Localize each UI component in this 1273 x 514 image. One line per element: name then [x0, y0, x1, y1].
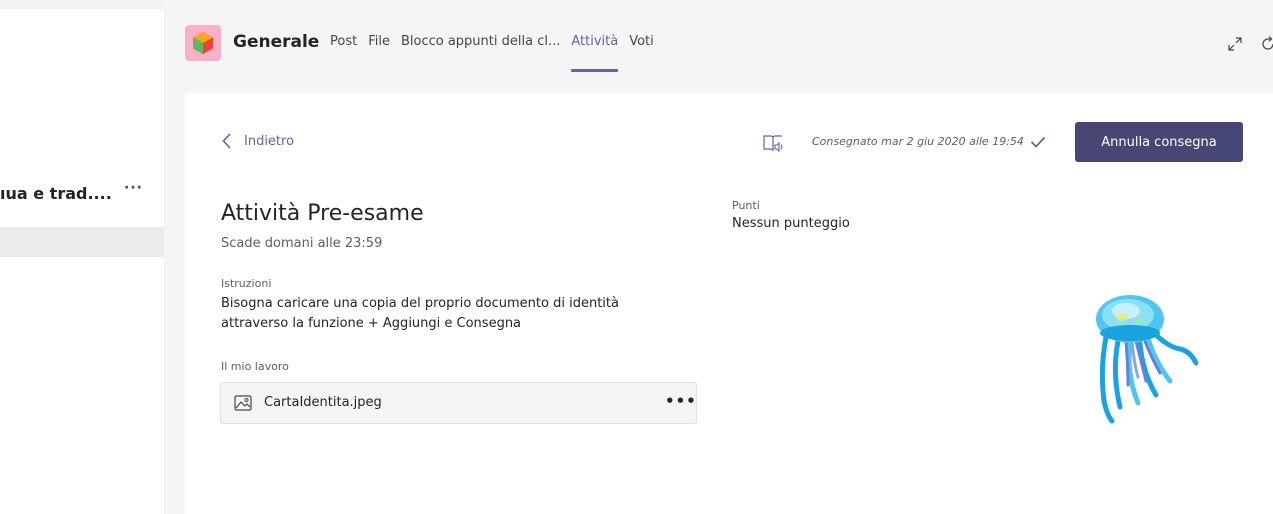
tab-grades[interactable]: Voti: [629, 34, 654, 72]
checkmark-icon: [1030, 136, 1046, 148]
tab-notebook[interactable]: Blocco appunti della cl...: [401, 34, 560, 72]
instructions-text: Bisogna caricare una copia del proprio d…: [221, 296, 619, 331]
jellyfish-illustration: [1096, 295, 1199, 424]
attached-file[interactable]: CartaIdentita.jpeg •••: [220, 382, 697, 424]
team-more-button[interactable]: ···: [124, 180, 143, 196]
back-label: Indietro: [244, 133, 295, 149]
image-file-icon: [234, 395, 252, 411]
top-strip: [0, 0, 164, 9]
tab-assignments[interactable]: Attività: [571, 34, 618, 72]
channel-header: Generale Post File Blocco appunti della …: [164, 9, 1273, 89]
my-work-label: Il mio lavoro: [221, 360, 289, 373]
file-more-button[interactable]: •••: [665, 392, 697, 410]
due-date: Scade domani alle 23:59: [221, 236, 383, 251]
team-name[interactable]: ıua e trad....: [0, 184, 112, 203]
instructions-label: Istruzioni: [221, 277, 272, 290]
tab-bar: Post File Blocco appunti della cl... Att…: [330, 34, 665, 72]
team-logo-icon: [193, 32, 213, 54]
tab-file[interactable]: File: [368, 34, 390, 72]
expand-icon[interactable]: [1225, 34, 1245, 54]
turned-in-text: Consegnato mar 2 giu 2020 alle 19:54: [812, 135, 1024, 148]
main-area: Generale Post File Blocco appunti della …: [164, 0, 1273, 514]
tab-post[interactable]: Post: [330, 34, 357, 72]
assignment-card: Indietro Consegnato mar 2 giu 2020 alle …: [185, 93, 1273, 514]
chevron-left-icon: [222, 133, 231, 149]
immersive-reader-icon[interactable]: [761, 132, 785, 156]
left-pane: ıua e trad.... ···: [0, 0, 164, 514]
team-avatar: [185, 25, 221, 61]
selected-channel-row[interactable]: [0, 227, 164, 257]
points-label: Punti: [732, 199, 760, 212]
points-value: Nessun punteggio: [732, 216, 850, 231]
turned-in-status: Consegnato mar 2 giu 2020 alle 19:54: [812, 135, 1046, 148]
file-name: CartaIdentita.jpeg: [264, 395, 382, 410]
undo-turn-in-button[interactable]: Annulla consegna: [1075, 122, 1243, 162]
back-link[interactable]: Indietro: [222, 133, 294, 149]
channel-title: Generale: [233, 32, 320, 52]
refresh-icon[interactable]: [1258, 34, 1273, 54]
assignment-title: Attività Pre-esame: [221, 201, 424, 226]
